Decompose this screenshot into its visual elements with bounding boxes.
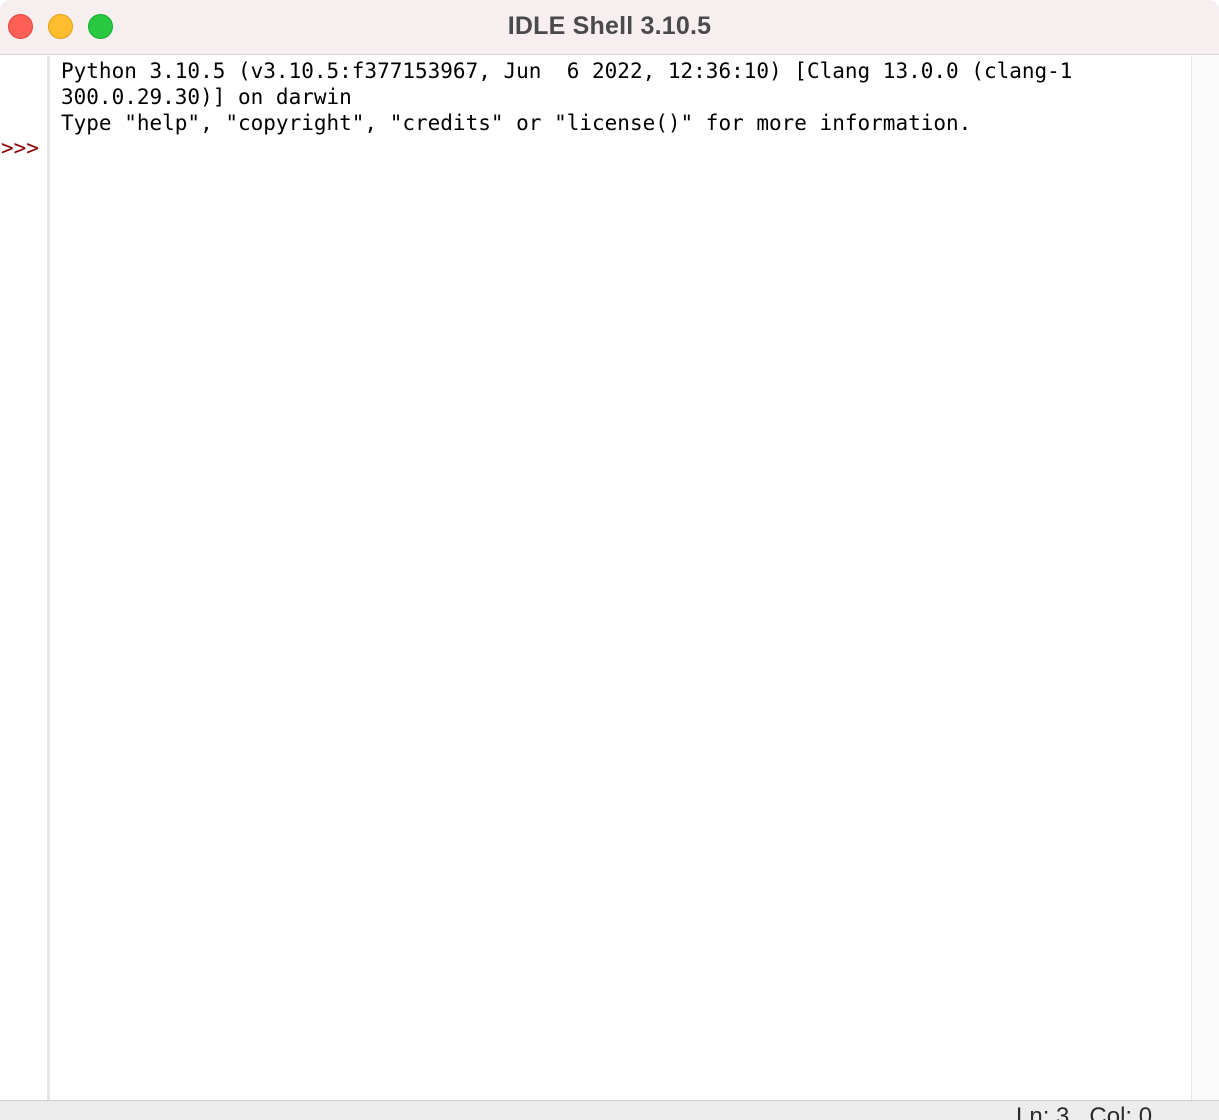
- prompt-gutter: [0, 56, 47, 1100]
- banner-line-2: 300.0.29.30)] on darwin: [61, 85, 352, 109]
- idle-shell-window: IDLE Shell 3.10.5 >>> Python 3.10.5 (v3.…: [0, 0, 1219, 1120]
- window-title: IDLE Shell 3.10.5: [507, 12, 712, 40]
- shell-prompt: >>>: [1, 136, 39, 160]
- shell-banner: Python 3.10.5 (v3.10.5:f377153967, Jun 6…: [61, 58, 1072, 136]
- banner-line-3: Type "help", "copyright", "credits" or "…: [61, 111, 972, 135]
- vertical-scrollbar[interactable]: [1191, 56, 1219, 1100]
- banner-line-1: Python 3.10.5 (v3.10.5:f377153967, Jun 6…: [61, 59, 1073, 83]
- title-bar[interactable]: IDLE Shell 3.10.5: [0, 0, 1219, 55]
- line-column-indicator: Ln: 3 Col: 0: [1016, 1103, 1153, 1120]
- shell-text-area[interactable]: Python 3.10.5 (v3.10.5:f377153967, Jun 6…: [50, 56, 1191, 1100]
- status-bar: Ln: 3 Col: 0: [0, 1100, 1219, 1120]
